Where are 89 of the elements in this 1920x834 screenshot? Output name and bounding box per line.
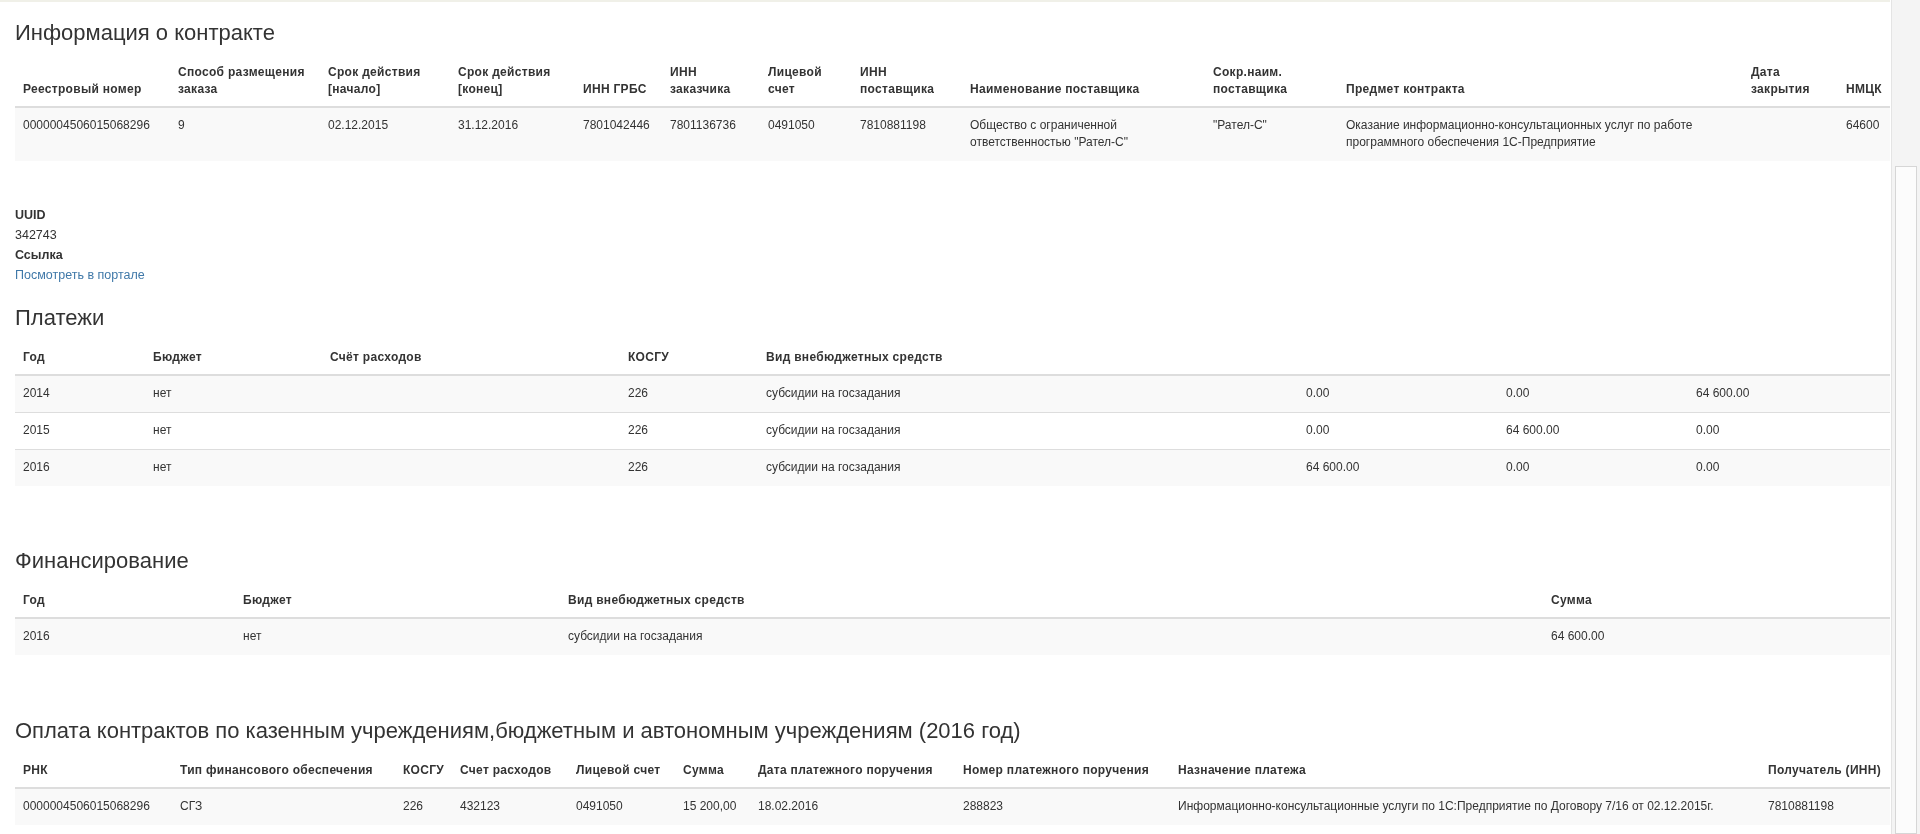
table-cell: 64 600.00: [1306, 460, 1360, 474]
table-cell: 18.02.2016: [758, 799, 819, 813]
table-cell: Оказание информационно-консультационных услуг по работе программного обеспечения 1С-Предприятие: [1346, 118, 1693, 149]
scrollbar-thumb[interactable]: [1895, 166, 1917, 834]
column-header: Получатель (ИНН): [1768, 763, 1882, 777]
table-cell: 226: [628, 423, 649, 437]
table-cell: 0000004506015068296: [23, 118, 150, 132]
column-header: Сумма: [683, 763, 724, 777]
scrollbar[interactable]: [1891, 0, 1920, 834]
table-cell: СГЗ: [180, 799, 203, 813]
table-cell: 0.00: [1506, 386, 1530, 400]
table-cell: Общество с ограниченной ответственностью "Рател-С": [970, 118, 1129, 149]
column-header: Счёт расходов: [330, 350, 422, 364]
table-cell: 64 600.00: [1551, 629, 1605, 643]
table-cell: нет: [153, 460, 172, 474]
column-header: РНК: [23, 763, 48, 777]
section-heading: Платежи: [15, 305, 106, 331]
column-header: Год: [23, 593, 45, 607]
column-header: Назначение платежа: [1178, 763, 1306, 777]
table-cell: 288823: [963, 799, 1004, 813]
table-cell: 7801136736: [670, 118, 736, 132]
table-cell: 0.00: [1306, 386, 1330, 400]
table-cell: 0000004506015068296: [23, 799, 150, 813]
table-cell: 9: [178, 118, 185, 132]
table-cell: 7801042446: [583, 118, 650, 132]
table-cell: 2016: [23, 629, 50, 643]
section-heading: Оплата контрактов по казенным учреждениям,бюджетным и автономным учреждениям (2016 год): [15, 718, 1022, 744]
column-header: Наименование поставщика: [970, 82, 1140, 96]
column-header: Лицевой счет: [768, 65, 822, 96]
table-cell: 15 200,00: [683, 799, 737, 813]
table-cell: 226: [628, 386, 649, 400]
column-header: Реестровый номер: [23, 82, 142, 96]
column-header: Год: [23, 350, 45, 364]
field-value: 342743: [15, 227, 58, 244]
column-header: ИНН заказчика: [670, 65, 731, 96]
column-header: Дата платежного поручения: [758, 763, 933, 777]
column-header: Сокр.наим. поставщика: [1213, 65, 1288, 96]
table-cell: 02.12.2015: [328, 118, 389, 132]
column-header: Срок действия [начало]: [328, 65, 421, 96]
table-cell: 0.00: [1696, 460, 1720, 474]
table-cell: 64600: [1846, 118, 1880, 132]
column-header: НМЦК: [1846, 82, 1882, 96]
column-header: Дата закрытия: [1751, 65, 1810, 96]
column-header: КОСГУ: [628, 350, 670, 364]
table-cell: 226: [403, 799, 424, 813]
table-cell: субсидии на госзадания: [766, 423, 901, 437]
table-cell: 2014: [23, 386, 50, 400]
table-cell: 226: [628, 460, 649, 474]
column-header: Бюджет: [153, 350, 202, 364]
table-cell: 64 600.00: [1506, 423, 1560, 437]
section-heading: Финансирование: [15, 548, 190, 574]
table-cell: 0.00: [1506, 460, 1530, 474]
field-label: UUID: [15, 207, 47, 224]
column-header: Бюджет: [243, 593, 292, 607]
column-header: Вид внебюджетных средств: [766, 350, 943, 364]
table-cell: нет: [153, 423, 172, 437]
table-cell: нет: [153, 386, 172, 400]
column-header: Лицевой счет: [576, 763, 661, 777]
table-cell: субсидии на госзадания: [568, 629, 703, 643]
table-cell: 2016: [23, 460, 50, 474]
column-header: Номер платежного поручения: [963, 763, 1150, 777]
table-cell: 2015: [23, 423, 50, 437]
column-header: Счет расходов: [460, 763, 552, 777]
field-label: Ссылка: [15, 247, 64, 264]
column-header: Сумма: [1551, 593, 1592, 607]
section-heading: Информация о контракте: [15, 20, 276, 46]
column-header: КОСГУ: [403, 763, 445, 777]
table-cell: нет: [243, 629, 262, 643]
table-cell: 0.00: [1696, 423, 1720, 437]
column-header: ИНН поставщика: [860, 65, 935, 96]
table-cell: 432123: [460, 799, 501, 813]
table-cell: 0491050: [576, 799, 623, 813]
table-cell: субсидии на госзадания: [766, 460, 901, 474]
table-cell: 31.12.2016: [458, 118, 519, 132]
column-header: ИНН ГРБС: [583, 82, 647, 96]
table-cell: 7810881198: [1768, 799, 1834, 813]
table-cell: субсидии на госзадания: [766, 386, 901, 400]
table-cell: 0491050: [768, 118, 815, 132]
table-cell: 64 600.00: [1696, 386, 1750, 400]
column-header: Вид внебюджетных средств: [568, 593, 745, 607]
column-header: Способ размещения заказа: [178, 65, 305, 96]
column-header: Тип финансового обеспечения: [180, 763, 373, 777]
column-header: Срок действия [конец]: [458, 65, 551, 96]
portal-link[interactable]: Посмотреть в портале: [15, 268, 145, 282]
column-header: Предмет контракта: [1346, 82, 1465, 96]
table-cell: 7810881198: [860, 118, 926, 132]
table-cell: Информационно-консультационные услуги по 1С:Предприятие по Договору 7/16 от 02.12.2015г.: [1178, 799, 1714, 813]
table-cell: 0.00: [1306, 423, 1330, 437]
table-cell: "Рател-С": [1213, 118, 1267, 132]
